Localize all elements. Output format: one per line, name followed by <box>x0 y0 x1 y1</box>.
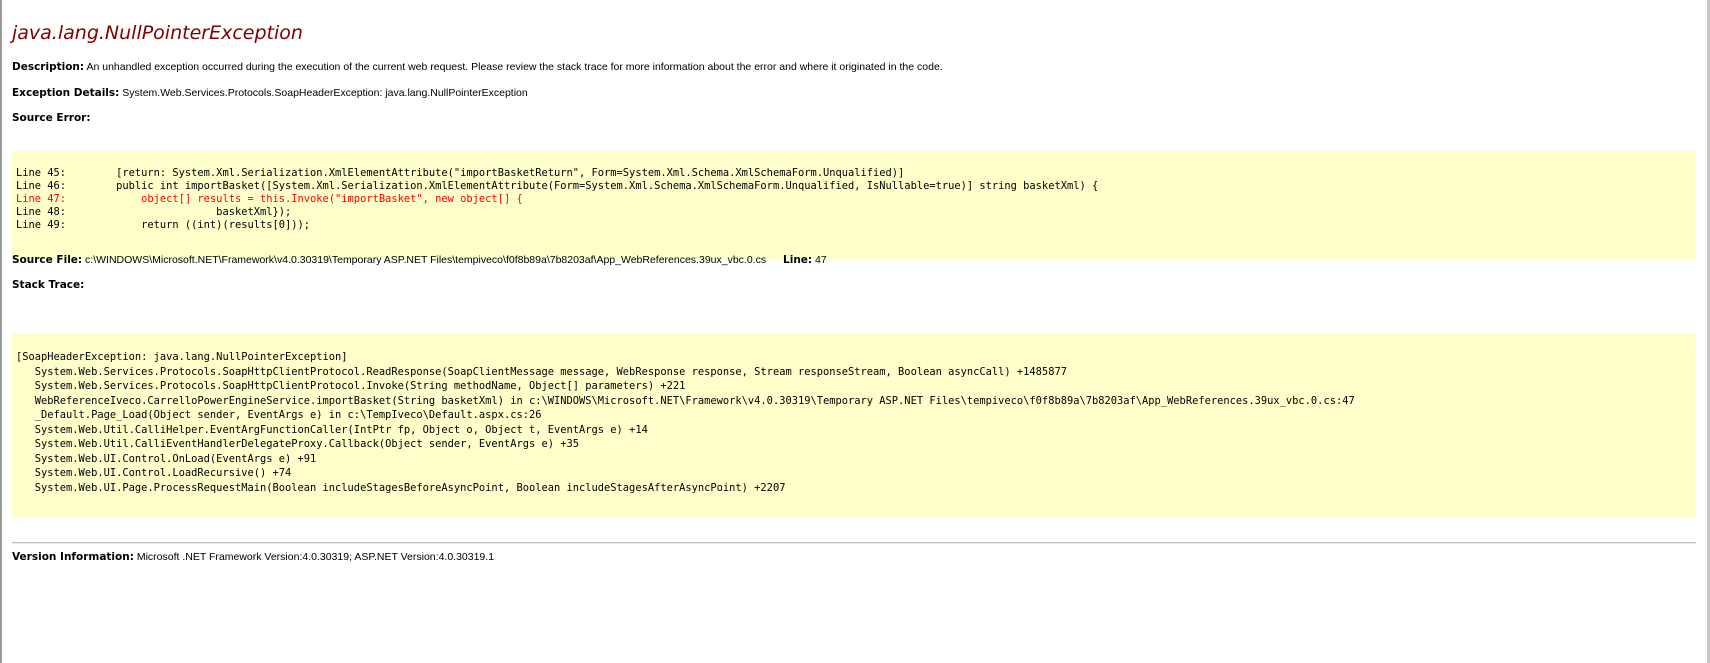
error-title: java.lang.NullPointerException <box>12 22 303 44</box>
source-line: Line 48: basketXml}); <box>16 206 292 218</box>
stack-trace-line: WebReferenceIveco.CarrelloPowerEngineSer… <box>16 394 1355 407</box>
source-line: Line 49: return ((int)(results[0])); <box>16 219 311 231</box>
window-left-border <box>0 0 2 663</box>
version-info-label: Version Information: <box>12 551 134 563</box>
description-text: An unhandled exception occurred during t… <box>86 61 943 73</box>
source-error-label: Source Error: <box>12 112 91 124</box>
source-line: Line 45: [return: System.Xml.Serializati… <box>16 167 905 179</box>
stack-trace-line: System.Web.UI.Control.LoadRecursive() +7… <box>16 467 292 479</box>
stack-trace-line: [SoapHeaderException: java.lang.NullPoin… <box>16 351 348 363</box>
version-info-text: Microsoft .NET Framework Version:4.0.303… <box>136 551 495 563</box>
source-file-label: Source File: <box>12 254 83 266</box>
source-file-row: Source File: c:\WINDOWS\Microsoft.NET\Fr… <box>12 254 827 266</box>
stack-trace-line: System.Web.UI.Control.OnLoad(EventArgs e… <box>16 452 317 465</box>
stack-trace-line: System.Web.UI.Page.ProcessRequestMain(Bo… <box>16 481 786 494</box>
source-error-box: Line 45: [return: System.Xml.Serializati… <box>12 151 1696 259</box>
stack-trace-line: System.Web.Util.CalliHelper.EventArgFunc… <box>16 423 648 436</box>
source-line: Line 46: public int importBasket([System… <box>16 180 1099 192</box>
stack-trace-line: System.Web.Services.Protocols.SoapHttpCl… <box>16 365 1067 378</box>
stack-trace-line: System.Web.Util.CalliEventHandlerDelegat… <box>16 438 580 450</box>
description-row: Description: An unhandled exception occu… <box>12 61 943 73</box>
source-line-error: Line 47: object[] results = this.Invoke(… <box>16 193 523 205</box>
exception-details-text: System.Web.Services.Protocols.SoapHeader… <box>122 87 528 99</box>
stack-trace-line: System.Web.Services.Protocols.SoapHttpCl… <box>16 380 686 392</box>
version-info-row: Version Information: Microsoft .NET Fram… <box>12 551 494 563</box>
stack-trace-label: Stack Trace: <box>12 279 85 291</box>
exception-details-label: Exception Details: <box>12 87 120 99</box>
footer-divider <box>12 542 1696 544</box>
stack-trace-box: [SoapHeaderException: java.lang.NullPoin… <box>12 333 1696 517</box>
exception-details-row: Exception Details: System.Web.Services.P… <box>12 87 528 99</box>
source-file-line-number: 47 <box>815 254 827 266</box>
stack-trace-line: _Default.Page_Load(Object sender, EventA… <box>16 409 542 421</box>
description-label: Description: <box>12 61 85 73</box>
source-file-path: c:\WINDOWS\Microsoft.NET\Framework\v4.0.… <box>85 254 767 266</box>
source-file-line-label: Line: <box>783 254 813 266</box>
